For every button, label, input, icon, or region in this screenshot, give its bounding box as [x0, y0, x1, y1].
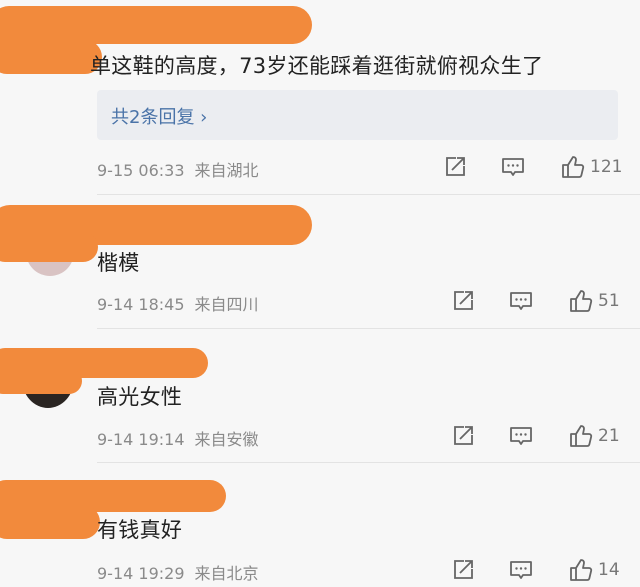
share-icon — [454, 560, 473, 579]
comment-button[interactable] — [508, 555, 534, 585]
thumbs-up-icon — [570, 559, 593, 581]
comment-text: 有钱真好 — [97, 518, 183, 542]
like-button[interactable]: 14 — [568, 555, 620, 585]
comment-location: 来自北京 — [194, 564, 259, 583]
like-count: 14 — [598, 560, 620, 580]
comment-time: 9-14 19:29 — [97, 564, 185, 583]
redacted-username — [0, 505, 100, 539]
comment-item: 有钱真好 9-14 19:29 来自北京 14 — [0, 0, 640, 587]
comment-actions: 14 — [440, 555, 630, 585]
comment-icon — [510, 561, 532, 579]
comment-meta: 9-14 19:29 来自北京 — [97, 560, 259, 584]
share-button[interactable] — [450, 555, 476, 585]
